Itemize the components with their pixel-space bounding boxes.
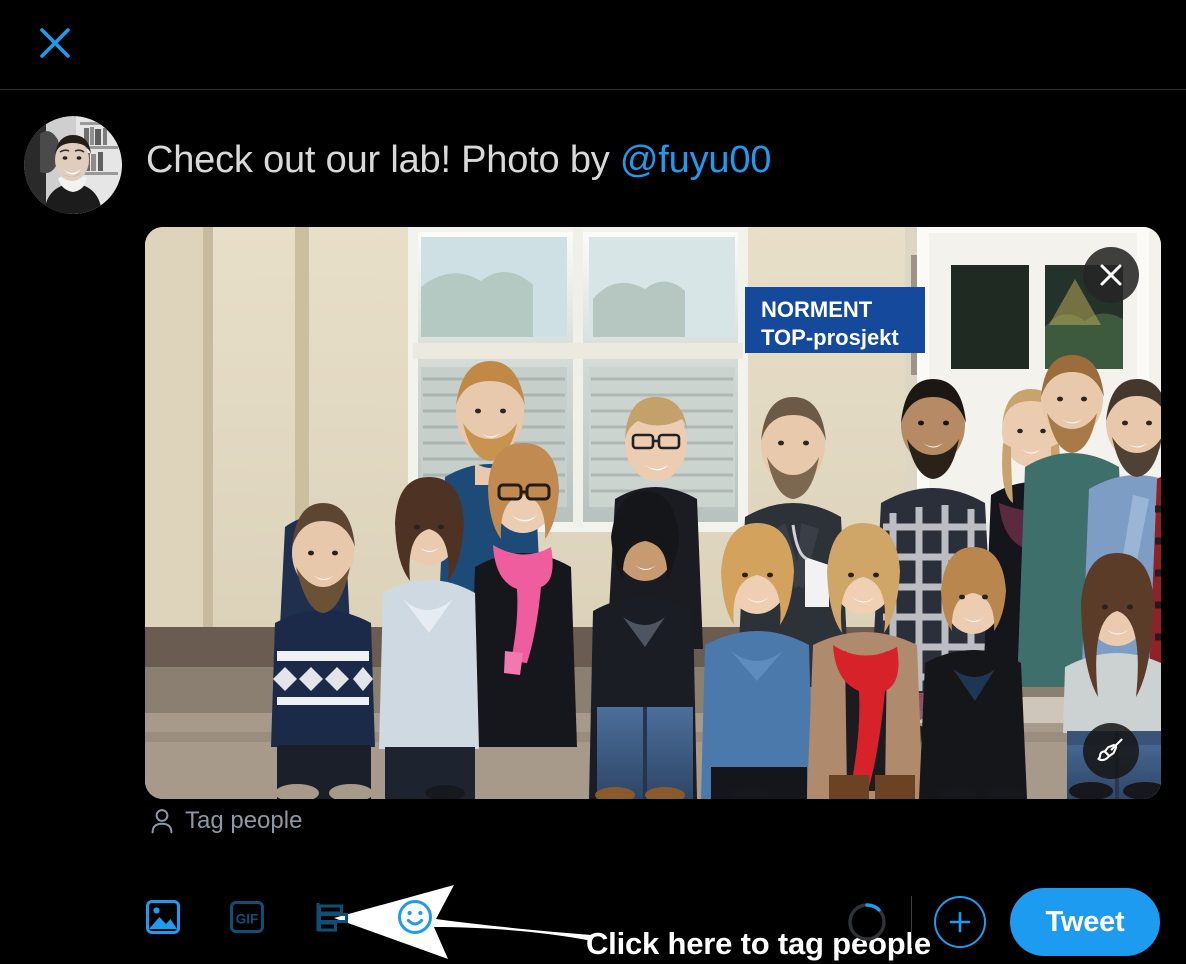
media-attachment-card[interactable]: NORMENT TOP-prosjekt [145,227,1161,799]
image-icon [146,900,180,934]
tweet-text-body: Check out our lab! Photo by [146,139,620,181]
svg-text:NORMENT: NORMENT [761,297,873,322]
poll-icon [316,903,348,932]
character-count-ring [848,903,886,941]
close-dialog-button[interactable] [26,14,84,72]
svg-text:TOP-prosjekt: TOP-prosjekt [761,325,899,350]
tweet-submit-button[interactable]: Tweet [1010,888,1160,956]
edit-media-button[interactable] [1083,723,1139,779]
avatar-image [24,116,122,214]
media-button[interactable] [138,892,188,942]
add-tweet-button[interactable] [934,896,986,948]
svg-text:GIF: GIF [236,912,259,927]
avatar[interactable] [24,116,122,214]
toolbar-divider [911,896,912,948]
close-icon [1100,264,1122,286]
person-icon [151,809,173,834]
plus-icon [949,911,971,933]
tweet-compose-dialog: Check out our lab! Photo by @fuyu00 NORM… [0,0,1186,964]
emoji-button[interactable] [390,892,440,942]
dialog-header [0,0,1186,90]
norment-sign: NORMENT TOP-prosjekt [745,287,925,353]
emoji-icon [398,900,432,934]
tag-people-button[interactable]: Tag people [150,807,302,835]
composer-body: Check out our lab! Photo by @fuyu00 NORM… [0,91,1186,964]
mention-link[interactable]: @fuyu00 [620,139,771,181]
media-photo: NORMENT TOP-prosjekt [145,227,1161,799]
composer-actions: Tweet [845,888,1160,956]
close-icon [40,28,70,58]
tweet-text-input[interactable]: Check out our lab! Photo by @fuyu00 [146,137,1146,183]
poll-button [306,892,356,942]
composer-toolbar: GIF Tweet [0,884,1186,964]
gif-icon: GIF [230,901,264,933]
composer-tools: GIF [138,892,440,942]
gif-button: GIF [222,892,272,942]
tag-people-label: Tag people [185,807,303,834]
remove-media-button[interactable] [1083,247,1139,303]
paintbrush-icon [1097,738,1123,762]
